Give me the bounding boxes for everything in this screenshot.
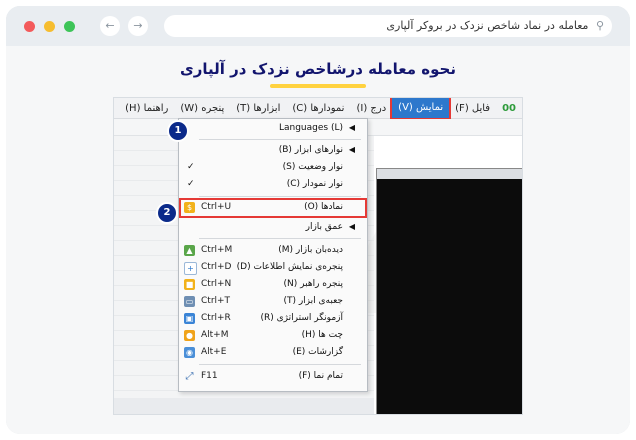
menu-item-strategy-tester[interactable]: ▣ Ctrl+R آزمونگر استراتژی (R) — [179, 311, 367, 327]
check-icon: ✓ — [187, 162, 195, 172]
reports-icon: ◉ — [184, 347, 195, 358]
address-text: معامله در نماد شاخص نزدک در بروکر آلپاری — [386, 19, 589, 32]
menu-item-navigator[interactable]: ■ Ctrl+N پنجره راهبر (N) — [179, 277, 367, 293]
market-watch-icon: ▲ — [184, 245, 195, 256]
browser-frame: ← → ⚲ معامله در نماد شاخص نزدک در بروکر … — [6, 6, 630, 434]
close-window-dot[interactable] — [24, 21, 35, 32]
menu-divider — [199, 196, 361, 197]
menu-item-data-window[interactable]: + Ctrl+D پنجره‌ی نمایش اطلاعات (D) — [179, 260, 367, 276]
menu-divider — [199, 139, 361, 140]
step-badge-2: 2 — [156, 202, 178, 224]
panel-footer — [114, 398, 374, 414]
step-badge-1: 1 — [167, 120, 189, 142]
menu-item-reports[interactable]: ◉ Alt+E گزارشات (E) — [179, 345, 367, 361]
platform-menubar: 00 فایل (F) نمایش (V) درج (I) نمودارها (… — [114, 98, 522, 120]
menu-item-depth-of-market[interactable]: ◀ عمق بازار — [179, 220, 367, 236]
page-title: نحوه معامله درشاخص نزدک در آلپاری — [180, 60, 456, 78]
fullscreen-icon: ⤢ — [185, 371, 194, 382]
triangle-right-icon: ◀ — [348, 123, 355, 132]
chart-window-title — [377, 169, 522, 179]
platform-logo: 00 — [502, 102, 516, 114]
menu-item-chats[interactable]: ● Alt+M چت ها (H) — [179, 328, 367, 344]
address-bar[interactable]: ⚲ معامله در نماد شاخص نزدک در بروکر آلپا… — [164, 15, 612, 37]
data-window-icon: + — [184, 262, 197, 275]
page-content: نحوه معامله درشاخص نزدک در آلپاری 00 فای… — [6, 46, 630, 434]
toolbox-icon: ▭ — [184, 296, 195, 307]
menu-tools[interactable]: ابزارها (T) — [230, 103, 286, 114]
menu-item-market-watch[interactable]: ▲ Ctrl+M دیده‌بان بازار (M) — [179, 243, 367, 259]
menu-item-toolbox[interactable]: ▭ Ctrl+T جعبه‌ی ابزار (T) — [179, 294, 367, 310]
triangle-right-icon: ◀ — [348, 145, 355, 154]
menu-divider — [199, 364, 361, 365]
menu-item-fullscreen[interactable]: ⤢ F11 تمام نما (F) — [179, 369, 367, 385]
chat-icon: ● — [184, 330, 195, 341]
maximize-window-dot[interactable] — [64, 21, 75, 32]
minimize-window-dot[interactable] — [44, 21, 55, 32]
menu-file[interactable]: فایل (F) — [449, 103, 496, 114]
menu-item-languages[interactable]: ◀ Languages (L) — [179, 121, 367, 137]
menu-charts[interactable]: نمودارها (C) — [286, 103, 350, 114]
menu-item-symbols[interactable]: $ Ctrl+U نمادها (O) — [179, 198, 367, 218]
view-menu-dropdown: ◀ Languages (L) ◀ نوارهای ابزار (B) ✓ نو… — [178, 118, 368, 392]
menu-item-status-bar[interactable]: ✓ نوار وضعیت (S) — [179, 160, 367, 176]
menu-window[interactable]: پنجره (W) — [174, 103, 230, 114]
menu-item-chart-bar[interactable]: ✓ نوار نمودار (C) — [179, 177, 367, 193]
symbols-icon: $ — [184, 202, 195, 213]
arrow-left-icon[interactable]: ← — [100, 16, 120, 36]
strategy-tester-icon: ▣ — [184, 313, 195, 324]
check-icon: ✓ — [187, 179, 195, 189]
menu-divider — [199, 238, 361, 239]
title-underline — [270, 84, 366, 88]
browser-toolbar: ← → ⚲ معامله در نماد شاخص نزدک در بروکر … — [6, 6, 630, 46]
search-icon: ⚲ — [595, 19, 604, 32]
menu-item-toolbars[interactable]: ◀ نوارهای ابزار (B) — [179, 143, 367, 159]
triangle-right-icon: ◀ — [348, 222, 355, 231]
arrow-right-icon[interactable]: → — [128, 16, 148, 36]
chart-window — [376, 168, 522, 414]
menu-help[interactable]: راهنما (H) — [119, 103, 174, 114]
platform-screenshot: 00 فایل (F) نمایش (V) درج (I) نمودارها (… — [114, 98, 522, 414]
menu-insert[interactable]: درج (I) — [350, 103, 392, 114]
navigator-icon: ■ — [184, 279, 195, 290]
menu-view[interactable]: نمایش (V) — [390, 98, 452, 120]
